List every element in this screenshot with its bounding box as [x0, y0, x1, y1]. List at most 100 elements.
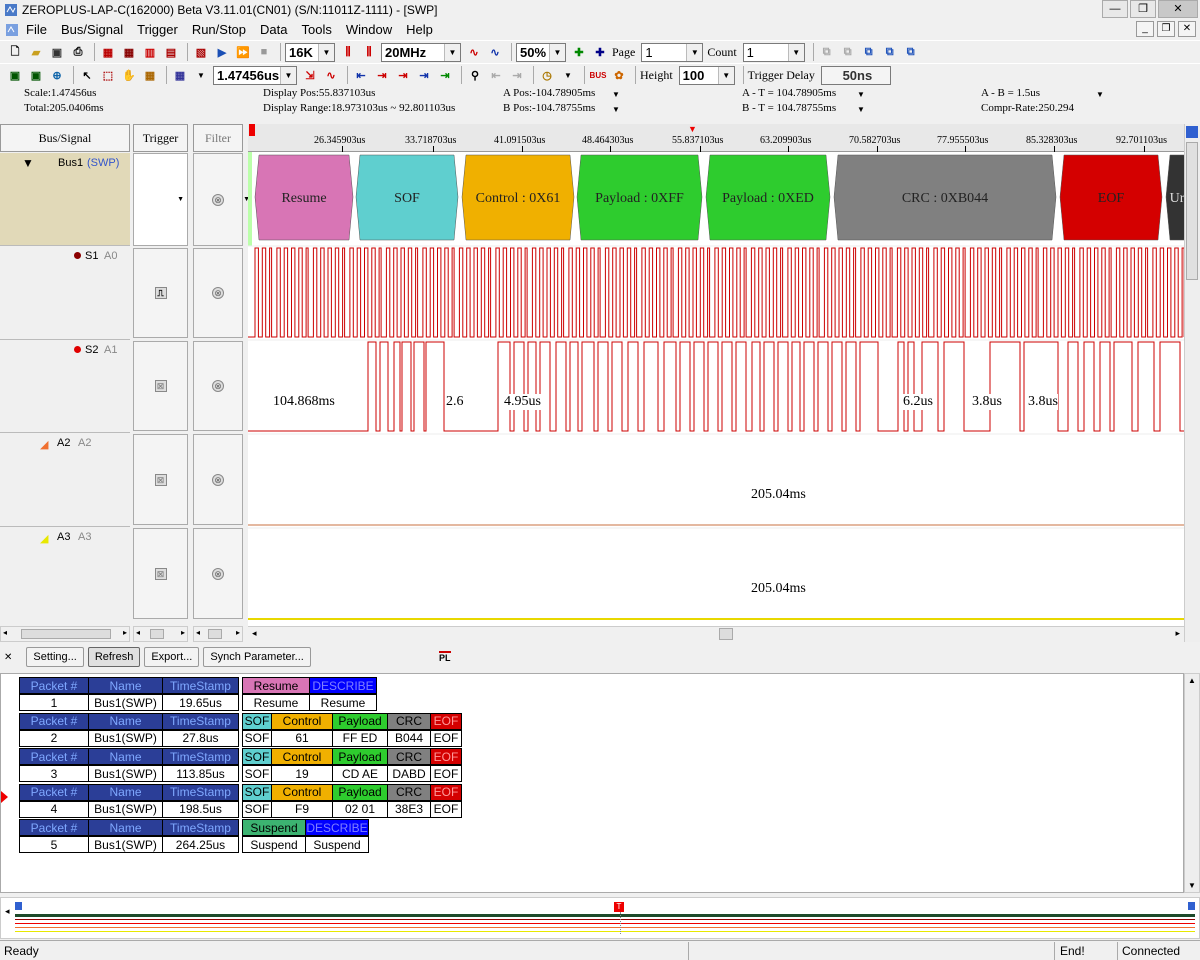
scroll-left-icon[interactable]: ◂	[196, 628, 200, 637]
run-repeat-icon[interactable]: ⏩	[234, 43, 252, 61]
grid-red-icon[interactable]: ▦	[99, 43, 117, 61]
scroll-left-icon[interactable]: ◂	[5, 906, 10, 917]
collapse-triangle-icon[interactable]: ▼	[22, 156, 34, 170]
window-cascade-icon[interactable]: ⧉	[902, 43, 920, 61]
document-icon[interactable]	[4, 22, 20, 38]
filter-scrollbar[interactable]: ◂ ▸	[193, 626, 243, 642]
frequency-select[interactable]: 20MHz ▼	[381, 42, 461, 62]
search-icon[interactable]: ⚲	[466, 66, 484, 84]
height-select[interactable]: 100 ▼	[678, 65, 735, 85]
stop-icon[interactable]: ■	[255, 43, 273, 61]
zoom-select[interactable]: 50% ▼	[516, 42, 566, 62]
measure-icon[interactable]: ▦	[141, 66, 159, 84]
scroll-right-icon[interactable]: ▸	[123, 628, 127, 637]
menu-run-stop[interactable]: Run/Stop	[192, 22, 246, 37]
menu-window[interactable]: Window	[346, 22, 392, 37]
trigger-delay-input[interactable]: 50ns	[820, 65, 891, 85]
bar-cursor-d-icon[interactable]: ⇥	[436, 66, 454, 84]
count-select[interactable]: 1 ▼	[742, 42, 805, 62]
a3-trigger-cell[interactable]: ⊠	[133, 528, 188, 619]
chevron-down-icon[interactable]: ▼	[559, 66, 577, 84]
print-icon[interactable]: ⎙	[69, 43, 87, 61]
scroll-left-icon[interactable]: ◂	[136, 628, 140, 637]
overview-cursor-b-icon[interactable]	[1188, 902, 1195, 910]
compress-icon[interactable]: ⫼	[339, 43, 357, 61]
filter-header[interactable]: Filter	[193, 124, 243, 152]
refresh-button[interactable]: Refresh	[87, 647, 141, 667]
menu-file[interactable]: File	[26, 22, 47, 37]
setting-button[interactable]: Setting...	[26, 647, 84, 667]
a-pos-dropdown-icon[interactable]: ▼	[612, 90, 620, 99]
b-pos-dropdown-icon[interactable]: ▼	[612, 105, 620, 114]
signal-row-s1[interactable]: S1 A0	[0, 246, 130, 340]
scroll-up-icon[interactable]	[1186, 126, 1198, 138]
chevron-down-icon[interactable]: ▼	[192, 66, 210, 84]
run-icon[interactable]: ▶	[213, 43, 231, 61]
scroll-thumb[interactable]	[719, 628, 733, 640]
a-b-dropdown-icon[interactable]: ▼	[1096, 90, 1104, 99]
waveform-horizontal-scrollbar[interactable]: ◂ ▸	[248, 626, 1184, 642]
wave-red-icon[interactable]: ∿	[465, 43, 483, 61]
paste-disabled-icon[interactable]: ⧉	[839, 43, 857, 61]
analyzer-icon[interactable]: ▣	[27, 66, 45, 84]
scroll-thumb[interactable]	[208, 629, 222, 639]
network-icon[interactable]: ⊕	[48, 66, 66, 84]
maximize-button[interactable]: ❐	[1130, 0, 1156, 18]
scroll-thumb[interactable]	[21, 629, 111, 639]
mdi-close-button[interactable]: ✕	[1178, 21, 1196, 37]
trigger-scrollbar[interactable]: ◂ ▸	[133, 626, 188, 642]
a-t-dropdown-icon[interactable]: ▼	[857, 90, 865, 99]
mdi-minimize-button[interactable]: _	[1136, 21, 1154, 37]
overview-trigger-icon[interactable]: T	[614, 902, 624, 912]
a3-filter-cell[interactable]: ⊗	[193, 528, 243, 619]
close-panel-icon[interactable]: ✕	[4, 652, 12, 663]
bus-protocol-icon[interactable]: BUS	[589, 66, 607, 84]
bus-view-icon[interactable]: ▦	[171, 66, 189, 84]
scale-down-icon[interactable]: ⇲	[301, 66, 319, 84]
minimize-button[interactable]: —	[1102, 0, 1128, 18]
a2-filter-cell[interactable]: ⊗	[193, 434, 243, 525]
waveform-vertical-scrollbar[interactable]	[1184, 124, 1200, 642]
menu-help[interactable]: Help	[406, 22, 433, 37]
b-t-dropdown-icon[interactable]: ▼	[857, 105, 865, 114]
window-tile-icon[interactable]: ⧉	[881, 43, 899, 61]
save-icon[interactable]: ▣	[48, 43, 66, 61]
scroll-down-icon[interactable]: ▼	[1188, 881, 1196, 890]
window-blue-icon[interactable]: ⧉	[860, 43, 878, 61]
s1-filter-cell[interactable]: ⊗	[193, 248, 243, 338]
grid-settings-icon[interactable]: ▦	[120, 43, 138, 61]
scroll-up-icon[interactable]: ▲	[1188, 676, 1196, 685]
time-ruler[interactable]: ▼ 26.345903us 33.718703us 41.091503us 48.46…	[248, 124, 1184, 152]
scroll-right-icon[interactable]: ▸	[181, 628, 185, 637]
scroll-right-icon[interactable]: ▸	[1175, 628, 1180, 639]
synch-parameter-button[interactable]: Synch Parameter...	[203, 647, 311, 667]
overview-cursor-a-icon[interactable]	[15, 902, 22, 910]
a2-trigger-cell[interactable]: ⊠	[133, 434, 188, 525]
bar-trigger-icon[interactable]: ⇥	[394, 66, 412, 84]
scroll-thumb[interactable]	[150, 629, 164, 639]
bus-signal-header[interactable]: Bus/Signal	[0, 124, 130, 152]
module-icon[interactable]: ▣	[6, 66, 24, 84]
copy-disabled-icon[interactable]: ⧉	[818, 43, 836, 61]
signal-row-a2[interactable]: ◢ A2 A2	[0, 433, 130, 527]
pl-icon[interactable]: PL	[439, 651, 451, 663]
select-cursor-icon[interactable]: ⬚	[99, 66, 117, 84]
plugin-icon[interactable]: ✿	[610, 66, 628, 84]
waveform-view[interactable]: ▼ 26.345903us 33.718703us 41.091503us 48.46…	[248, 124, 1184, 642]
signal-row-a3[interactable]: ◢ A3 A3	[0, 527, 130, 627]
new-file-icon[interactable]: 🗋	[6, 43, 24, 61]
menu-tools[interactable]: Tools	[301, 22, 331, 37]
menu-trigger[interactable]: Trigger	[137, 22, 178, 37]
s2-waveform[interactable]	[248, 341, 1184, 432]
menu-data[interactable]: Data	[260, 22, 287, 37]
open-folder-icon[interactable]: ▰	[27, 43, 45, 61]
trigger-marker-icon[interactable]: ▼	[688, 124, 697, 134]
bus1-filter-cell[interactable]: ⊗ ▼	[193, 153, 250, 246]
bus1-trigger-cell[interactable]: ▼	[133, 153, 188, 246]
search-prev-icon[interactable]: ⇤	[487, 66, 505, 84]
scroll-left-icon[interactable]: ◂	[3, 628, 7, 637]
page-select[interactable]: 1 ▼	[641, 42, 704, 62]
scroll-left-icon[interactable]: ◂	[252, 628, 257, 639]
bar-cursor-c-icon[interactable]: ⇥	[415, 66, 433, 84]
scroll-right-icon[interactable]: ▸	[236, 628, 240, 637]
